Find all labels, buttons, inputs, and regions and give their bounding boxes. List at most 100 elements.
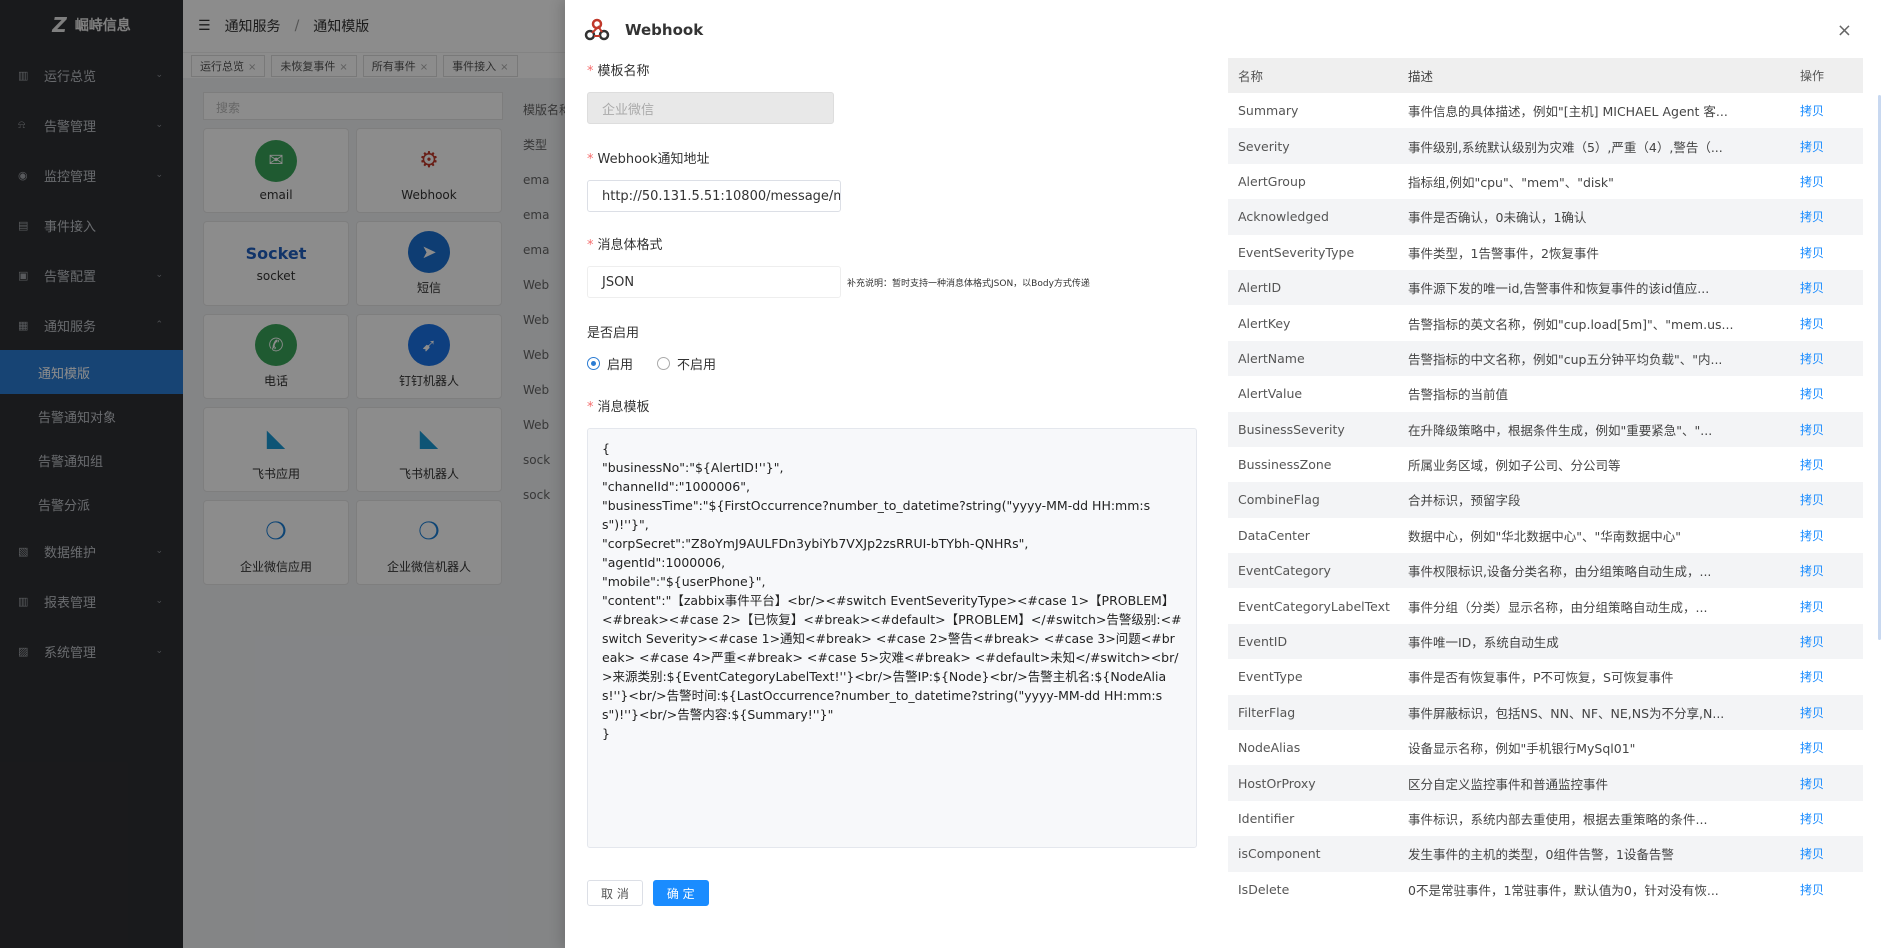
copy-link[interactable]: 拷贝 bbox=[1788, 279, 1863, 296]
table-row: CombineFlag 合并标识，预留字段 拷贝 bbox=[1228, 482, 1863, 518]
variable-description: 事件类型，1告警事件，2恢复事件 bbox=[1408, 245, 1599, 261]
copy-link[interactable]: 拷贝 bbox=[1788, 491, 1863, 508]
copy-link[interactable]: 拷贝 bbox=[1788, 315, 1863, 332]
close-icon[interactable]: × bbox=[1837, 20, 1852, 41]
variable-name: DataCenter bbox=[1238, 527, 1310, 543]
table-row: EventType 事件是否有恢复事件，P不可恢复，S可恢复事件 拷贝 bbox=[1228, 659, 1863, 694]
required-mark: * bbox=[587, 64, 594, 79]
variable-name: NodeAlias bbox=[1238, 740, 1301, 756]
message-template-label: * 消息模板 bbox=[587, 396, 1207, 415]
table-row: AlertID 事件源下发的唯一id,告警事件和恢复事件的该id值应... 拷贝 bbox=[1228, 269, 1863, 306]
template-name-label: * 模板名称 bbox=[587, 60, 1207, 79]
webhook-icon bbox=[584, 18, 610, 41]
variable-name: EventID bbox=[1238, 634, 1288, 650]
radio-unchecked-icon bbox=[657, 356, 671, 370]
variable-description: 区分自定义监控事件和普通监控事件 bbox=[1408, 776, 1609, 792]
table-row: Severity 事件级别,系统默认级别为灾难（5）,严重（4）,警告（... 拷贝 bbox=[1228, 128, 1863, 164]
copy-link[interactable]: 拷贝 bbox=[1788, 385, 1863, 402]
copy-link[interactable]: 拷贝 bbox=[1788, 633, 1863, 650]
table-row: DataCenter 数据中心，例如"华北数据中心"、"华南数据中心" 拷贝 bbox=[1228, 518, 1863, 553]
variable-description: 发生事件的主机的类型，0组件告警，1设备告警 bbox=[1408, 847, 1674, 863]
table-row: HostOrProxy 区分自定义监控事件和普通监控事件 拷贝 bbox=[1228, 765, 1863, 801]
copy-link[interactable]: 拷贝 bbox=[1788, 881, 1863, 898]
variable-name: BusinessSeverity bbox=[1238, 421, 1345, 437]
label-text: 消息体格式 bbox=[597, 238, 663, 253]
radio-label: 启用 bbox=[607, 357, 634, 373]
copy-link[interactable]: 拷贝 bbox=[1788, 350, 1863, 367]
copy-link[interactable]: 拷贝 bbox=[1788, 456, 1863, 473]
table-row: EventCategoryLabelText 事件分组（分类）显示名称，由分组策略… bbox=[1228, 588, 1863, 623]
variable-name: EventSeverityType bbox=[1238, 244, 1355, 260]
copy-link[interactable]: 拷贝 bbox=[1788, 598, 1863, 615]
label-text: 模板名称 bbox=[597, 64, 650, 79]
webhook-url-input[interactable]: http://50.131.5.51:10800/message/mess bbox=[587, 180, 841, 212]
variable-description: 设备显示名称，例如"手机银行MySql01" bbox=[1408, 741, 1636, 757]
table-row: AlertKey 告警指标的英文名称，例如"cup.load[5m]"、"mem.… bbox=[1228, 305, 1863, 340]
header-name: 名称 bbox=[1238, 69, 1264, 84]
table-row: Acknowledged 事件是否确认，0未确认，1确认 拷贝 bbox=[1228, 199, 1863, 235]
variable-name: EventType bbox=[1238, 669, 1303, 685]
variable-description: 数据中心，例如"华北数据中心"、"华南数据中心" bbox=[1408, 528, 1681, 544]
copy-link[interactable]: 拷贝 bbox=[1788, 775, 1863, 792]
copy-link[interactable]: 拷贝 bbox=[1788, 810, 1863, 827]
copy-link[interactable]: 拷贝 bbox=[1788, 173, 1863, 190]
variables-table: 名称 描述 操作 Summary 事件信息的具体描述，例如"[主机] MICHAE… bbox=[1228, 58, 1863, 907]
copy-link[interactable]: 拷贝 bbox=[1788, 704, 1863, 721]
copy-link[interactable]: 拷贝 bbox=[1788, 208, 1863, 225]
variable-name: AlertName bbox=[1238, 350, 1305, 366]
copy-link[interactable]: 拷贝 bbox=[1788, 244, 1863, 261]
scrollbar[interactable] bbox=[1878, 95, 1881, 640]
format-select[interactable]: JSON bbox=[587, 266, 841, 298]
copy-link[interactable]: 拷贝 bbox=[1788, 527, 1863, 544]
variable-description: 所属业务区域，例如子公司、分公司等 bbox=[1408, 458, 1621, 474]
table-row: Summary 事件信息的具体描述，例如"[主机] MICHAEL Agent 客… bbox=[1228, 93, 1863, 128]
variable-name: Summary bbox=[1238, 103, 1299, 119]
variable-description: 合并标识，预留字段 bbox=[1408, 493, 1521, 509]
copy-link[interactable]: 拷贝 bbox=[1788, 668, 1863, 685]
form-actions: 取 消 确 定 bbox=[587, 880, 1207, 906]
variable-description: 告警指标的英文名称，例如"cup.load[5m]"、"mem.us... bbox=[1408, 316, 1734, 332]
radio-disable[interactable]: 不启用 bbox=[657, 354, 716, 373]
copy-link[interactable]: 拷贝 bbox=[1788, 421, 1863, 438]
enable-label: 是否启用 bbox=[587, 326, 640, 341]
variable-name: Severity bbox=[1238, 138, 1290, 154]
copy-link[interactable]: 拷贝 bbox=[1788, 138, 1863, 155]
variable-name: AlertValue bbox=[1238, 386, 1303, 402]
drawer-header: Webhook bbox=[565, 0, 1882, 60]
variable-description: 告警指标的当前值 bbox=[1408, 387, 1509, 403]
modal-mask[interactable] bbox=[0, 0, 565, 948]
message-template-textarea[interactable]: { "businessNo":"${AlertID!''}", "channel… bbox=[587, 428, 1197, 848]
variable-description: 事件权限标识,设备分类名称，由分组策略自动生成，... bbox=[1408, 564, 1712, 580]
header-action: 操作 bbox=[1800, 69, 1825, 83]
radio-label: 不启用 bbox=[677, 357, 717, 373]
required-mark: * bbox=[587, 152, 594, 167]
variable-name: HostOrProxy bbox=[1238, 775, 1316, 791]
table-row: AlertValue 告警指标的当前值 拷贝 bbox=[1228, 376, 1863, 411]
table-row: EventID 事件唯一ID，系统自动生成 拷贝 bbox=[1228, 623, 1863, 660]
variable-description: 事件是否有恢复事件，P不可恢复，S可恢复事件 bbox=[1408, 670, 1674, 686]
webhook-drawer: Webhook × * 模板名称 企业微信 * Webhook通知地址 http:/… bbox=[565, 0, 1882, 948]
copy-link[interactable]: 拷贝 bbox=[1788, 562, 1863, 579]
copy-link[interactable]: 拷贝 bbox=[1788, 102, 1863, 119]
variable-description: 事件级别,系统默认级别为灾难（5）,严重（4）,警告（... bbox=[1408, 139, 1723, 155]
table-row: AlertGroup 指标组,例如"cpu"、"mem"、"disk" 拷贝 bbox=[1228, 164, 1863, 199]
variable-description: 事件源下发的唯一id,告警事件和恢复事件的该id值应... bbox=[1408, 281, 1710, 297]
enable-radio-group: 启用 不启用 bbox=[587, 354, 1207, 373]
radio-enable[interactable]: 启用 bbox=[587, 354, 633, 373]
variable-name: EventCategory bbox=[1238, 563, 1331, 579]
confirm-button[interactable]: 确 定 bbox=[652, 880, 709, 906]
variable-name: AlertGroup bbox=[1238, 173, 1306, 189]
variable-description: 在升降级策略中，根据条件生成，例如"重要紧急"、"... bbox=[1408, 422, 1713, 438]
variable-description: 0不是常驻事件，1常驻事件，默认值为0，针对没有恢... bbox=[1408, 882, 1719, 898]
format-note: 补充说明：暂时支持一种消息体格式JSON，以Body方式传递 bbox=[847, 278, 1090, 289]
cancel-button[interactable]: 取 消 bbox=[587, 880, 643, 906]
header-desc: 描述 bbox=[1408, 69, 1434, 84]
label-text: Webhook通知地址 bbox=[597, 152, 710, 167]
table-row: isComponent 发生事件的主机的类型，0组件告警，1设备告警 拷贝 bbox=[1228, 836, 1863, 872]
copy-link[interactable]: 拷贝 bbox=[1788, 739, 1863, 756]
table-header: 名称 描述 操作 bbox=[1228, 58, 1863, 93]
table-row: Identifier 事件标识，系统内部去重使用，根据去重策略的条件... 拷贝 bbox=[1228, 801, 1863, 836]
template-name-input[interactable]: 企业微信 bbox=[587, 92, 834, 124]
variable-description: 事件屏蔽标识，包括NS、NN、NF、NE,NS为不分享,N... bbox=[1408, 705, 1725, 721]
copy-link[interactable]: 拷贝 bbox=[1788, 845, 1863, 862]
